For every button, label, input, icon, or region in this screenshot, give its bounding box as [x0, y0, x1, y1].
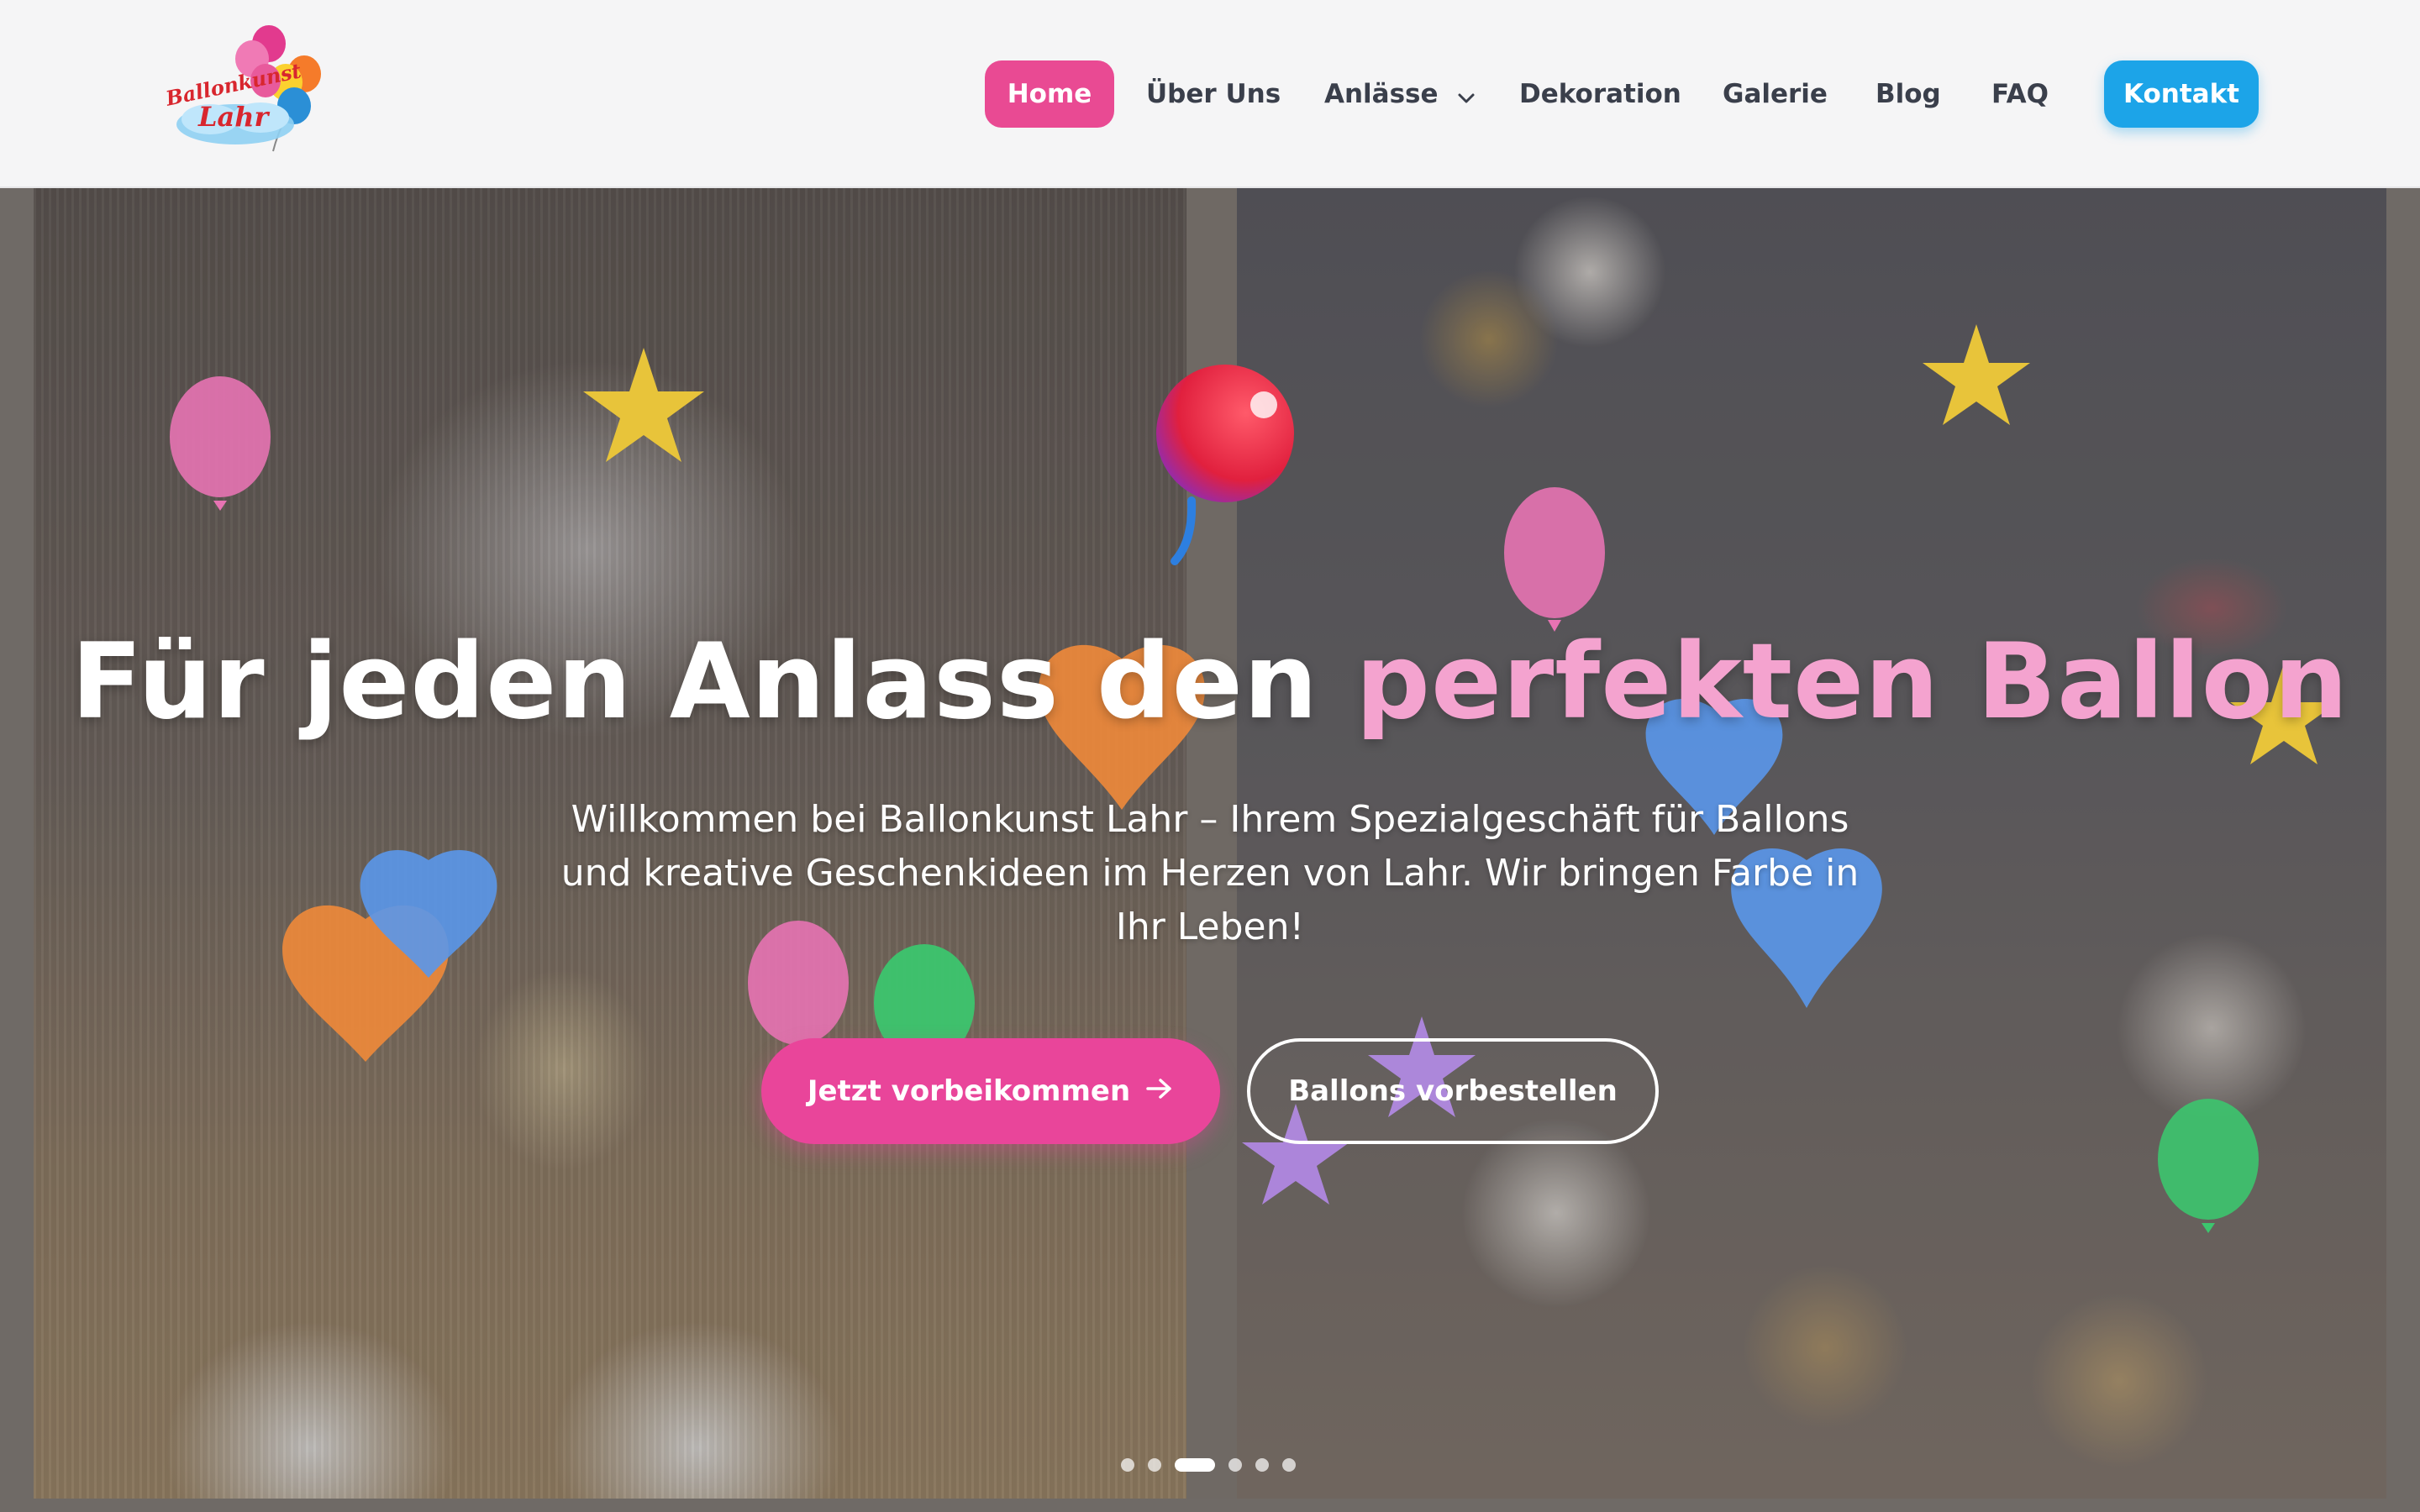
site-header: Ballonkunst Lahr Home Über Uns Anlässe D…	[0, 0, 2420, 188]
nav-anlaesse-label: Anlässe	[1324, 79, 1439, 109]
carousel-dot[interactable]	[1282, 1458, 1296, 1472]
nav-anlaesse[interactable]: Anlässe	[1324, 60, 1476, 128]
chevron-down-icon	[1457, 62, 1476, 129]
nav-kontakt-button[interactable]: Kontakt	[2104, 60, 2259, 128]
nav-galerie[interactable]: Galerie	[1723, 60, 1828, 128]
hero-title-main: Für jeden Anlass den	[71, 622, 1356, 743]
hero-title: Für jeden Anlass den perfekten Ballon	[0, 622, 2420, 743]
nav-blog[interactable]: Blog	[1876, 60, 1941, 128]
carousel-dot[interactable]	[1255, 1458, 1269, 1472]
carousel-dot-active[interactable]	[1175, 1458, 1215, 1472]
visit-us-button[interactable]: Jetzt vorbeikommen	[761, 1038, 1220, 1144]
nav-home[interactable]: Home	[985, 60, 1114, 128]
balloon-icon	[2158, 1099, 2259, 1233]
balloon-icon	[170, 376, 271, 511]
nav-faq[interactable]: FAQ	[1991, 60, 2049, 128]
hero-title-accent: perfekten Ballon	[1355, 622, 2349, 743]
balloon-icon	[1156, 365, 1294, 565]
preorder-balloons-button[interactable]: Ballons vorbestellen	[1247, 1038, 1659, 1144]
star-icon	[583, 348, 704, 462]
visit-us-button-label: Jetzt vorbeikommen	[807, 1074, 1131, 1108]
arrow-right-icon	[1145, 1074, 1174, 1108]
carousel-dot[interactable]	[1228, 1458, 1242, 1472]
balloon-icon	[1504, 487, 1605, 632]
logo-text-bottom: Lahr	[198, 101, 269, 133]
nav-ueber-uns[interactable]: Über Uns	[1146, 60, 1281, 128]
logo[interactable]: Ballonkunst Lahr	[160, 25, 361, 160]
star-icon	[1923, 324, 2030, 425]
carousel-dot[interactable]	[1148, 1458, 1161, 1472]
hero-subtitle: Willkommen bei Ballonkunst Lahr – Ihrem …	[560, 798, 1860, 948]
carousel-dot[interactable]	[1121, 1458, 1134, 1472]
nav-dekoration[interactable]: Dekoration	[1519, 60, 1681, 128]
